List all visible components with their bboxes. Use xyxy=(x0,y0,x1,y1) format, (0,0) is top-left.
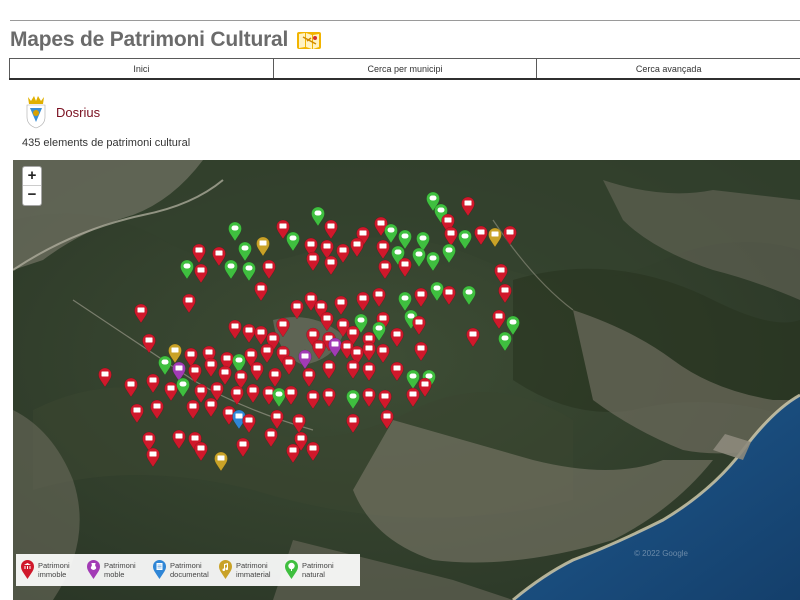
municipality-name: Dosrius xyxy=(56,104,101,120)
legend-item-documental[interactable]: Patrimoni documental xyxy=(152,560,218,580)
municipal-crest-icon xyxy=(26,96,46,129)
zoom-in-button[interactable]: + xyxy=(23,167,41,186)
element-count: 435 elements de patrimoni cultural xyxy=(22,137,191,149)
legend-item-moble[interactable]: Patrimoni moble xyxy=(86,560,152,580)
legend-label: Patrimoni natural xyxy=(302,561,334,579)
nav-cerca-per-municipi[interactable]: Cerca per municipi xyxy=(274,59,538,78)
document-icon xyxy=(153,560,166,579)
legend-label: Patrimoni documental xyxy=(170,561,209,579)
site-header: Mapes de Patrimoni Cultural xyxy=(10,27,322,53)
map-copyright: © 2022 Google xyxy=(634,549,688,558)
site-title[interactable]: Mapes de Patrimoni Cultural xyxy=(10,28,288,52)
main-nav: Inici Cerca per municipi Cerca avançada xyxy=(9,58,800,80)
map-legend: Patrimoni immoble Patrimoni moble Patrim… xyxy=(16,554,360,586)
legend-item-immoble[interactable]: Patrimoni immoble xyxy=(20,560,86,580)
legend-label: Patrimoni immaterial xyxy=(236,561,271,579)
tree-icon xyxy=(285,560,298,579)
legend-item-natural[interactable]: Patrimoni natural xyxy=(284,560,350,580)
zoom-control: + − xyxy=(22,166,42,206)
satellite-imagery xyxy=(13,160,800,600)
legend-item-immaterial[interactable]: Patrimoni immaterial xyxy=(218,560,284,580)
building-icon xyxy=(21,560,34,579)
legend-pin xyxy=(21,560,34,579)
municipality-header: Dosrius xyxy=(24,95,100,129)
map-icon xyxy=(297,32,322,49)
music-note-icon xyxy=(219,560,232,579)
vase-icon xyxy=(87,560,100,579)
top-divider xyxy=(10,20,800,21)
nav-cerca-avancada[interactable]: Cerca avançada xyxy=(537,59,800,78)
zoom-out-button[interactable]: − xyxy=(23,186,41,205)
legend-label: Patrimoni moble xyxy=(104,561,136,579)
nav-inici[interactable]: Inici xyxy=(9,59,274,78)
legend-label: Patrimoni immoble xyxy=(38,561,70,579)
heritage-map[interactable]: + − © 2022 Google Patrimoni immoble Patr… xyxy=(13,160,800,600)
